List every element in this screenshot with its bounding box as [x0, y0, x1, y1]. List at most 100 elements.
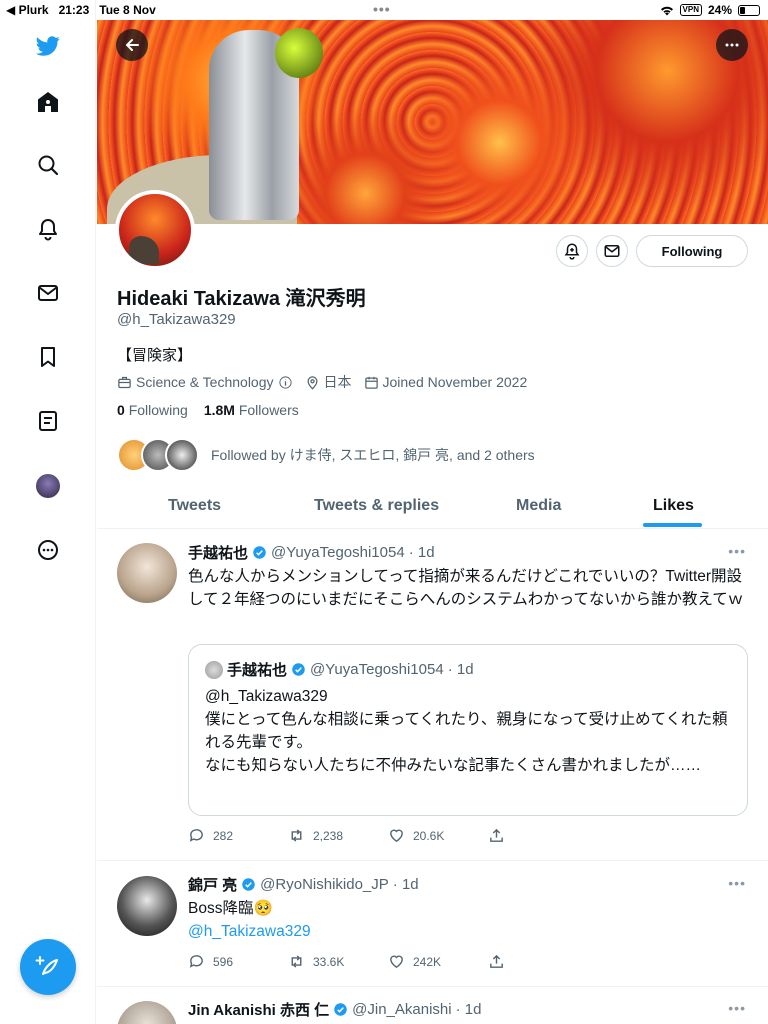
- retweet-button[interactable]: 33.6K: [288, 953, 388, 970]
- tab-likes[interactable]: Likes: [653, 497, 694, 515]
- tweet-author-handle[interactable]: @Jin_Akanishi: [352, 1001, 451, 1018]
- arrow-left-icon: [126, 39, 139, 51]
- retweet-count: 33.6K: [313, 954, 345, 969]
- tweet-time[interactable]: · 1d: [393, 876, 419, 893]
- tab-tweets[interactable]: Tweets: [168, 497, 221, 515]
- tweet-author-handle[interactable]: @RyoNishikido_JP: [260, 876, 389, 893]
- wifi-icon: [660, 6, 673, 15]
- tweet-author-name[interactable]: 手越祐也: [188, 542, 248, 563]
- like-button[interactable]: 20.6K: [388, 827, 488, 844]
- quoted-tweet[interactable]: 手越祐也 @YuyaTegoshi1054 · 1d @h_Takizawa32…: [188, 644, 748, 816]
- following-count-link[interactable]: 0 Following: [117, 402, 188, 418]
- tweet-time[interactable]: · 1d: [409, 544, 435, 561]
- share-icon: [490, 954, 503, 968]
- reply-button[interactable]: 282: [188, 827, 288, 844]
- reply-button[interactable]: 596: [188, 953, 288, 970]
- profile-location: 日本: [305, 372, 352, 392]
- followed-by-text: Followed by けま侍, スエヒロ, 錦戸 亮, and 2 other…: [211, 447, 535, 463]
- like-count: 20.6K: [413, 828, 445, 843]
- following-button[interactable]: Following: [636, 235, 748, 267]
- compose-tweet-button[interactable]: [20, 939, 76, 995]
- tweet-author-handle[interactable]: @YuyaTegoshi1054: [271, 544, 405, 561]
- tweet[interactable]: 錦戸 亮 @RyoNishikido_JP · 1d ••• Boss降臨🥺 @…: [97, 861, 768, 987]
- tweet-time[interactable]: · 1d: [456, 1001, 482, 1018]
- tweet-actions: 282 2,238 20.6K: [188, 827, 588, 844]
- tweet[interactable]: 手越祐也 @YuyaTegoshi1054 · 1d ••• 色んな人からメンシ…: [97, 529, 768, 861]
- profile-avatar-icon[interactable]: [28, 466, 68, 506]
- tweet-actions: 596 33.6K 242K: [188, 953, 588, 970]
- followed-by-row[interactable]: Followed by けま侍, スエヒロ, 錦戸 亮, and 2 other…: [117, 438, 535, 472]
- tweet-author-name[interactable]: 錦戸 亮: [188, 874, 237, 895]
- follow-counts: 0 Following 1.8M Followers: [117, 402, 299, 418]
- status-date: Tue 8 Nov: [99, 3, 156, 17]
- active-tab-indicator: [643, 523, 702, 527]
- verified-badge-icon: [253, 546, 266, 559]
- quote-text: @h_Takizawa329 僕にとって色んな相談に乗ってくれたり、親身になって…: [205, 688, 728, 774]
- multitask-dots[interactable]: •••: [373, 1, 391, 17]
- profile-banner: [97, 20, 768, 224]
- joined-label: Joined November 2022: [382, 374, 528, 390]
- like-button[interactable]: 242K: [388, 953, 488, 970]
- verified-badge-icon: [334, 1003, 347, 1016]
- tweet-avatar[interactable]: [117, 1001, 177, 1024]
- location-label: 日本: [323, 374, 352, 390]
- envelope-icon: [604, 245, 620, 257]
- tab-media[interactable]: Media: [516, 497, 561, 515]
- retweet-count: 2,238: [313, 828, 344, 843]
- reply-count: 282: [213, 828, 234, 843]
- followers-count-link[interactable]: 1.8M Followers: [204, 402, 299, 418]
- category-label: Science & Technology: [136, 374, 274, 390]
- back-button[interactable]: [116, 29, 148, 61]
- tweet-author-name[interactable]: Jin Akanishi 赤西 仁: [188, 999, 329, 1020]
- retweet-button[interactable]: 2,238: [288, 827, 388, 844]
- vpn-badge: VPN: [679, 4, 702, 16]
- share-icon: [490, 828, 503, 842]
- info-icon[interactable]: [278, 375, 293, 390]
- battery-icon: [738, 4, 760, 16]
- profile-avatar[interactable]: [115, 190, 195, 270]
- calendar-icon: [364, 376, 378, 389]
- tweet-avatar[interactable]: [117, 543, 177, 603]
- tweet[interactable]: Jin Akanishi 赤西 仁 @Jin_Akanishi · 1d •••: [97, 987, 768, 1024]
- profile-name: Hideaki Takizawa 滝沢秀明: [117, 288, 366, 310]
- retweet-icon: [291, 829, 302, 842]
- reply-icon: [189, 955, 203, 968]
- reply-icon: [189, 829, 203, 842]
- list-icon[interactable]: [28, 401, 68, 441]
- profile-tabs: Tweets Tweets & replies Media Likes: [97, 484, 768, 529]
- home-icon[interactable]: [28, 82, 68, 122]
- notifications-bell-button[interactable]: [556, 235, 588, 267]
- feather-plus-icon: [35, 956, 58, 975]
- twitter-logo-icon[interactable]: [28, 26, 68, 66]
- mention-link[interactable]: @h_Takizawa329: [188, 920, 748, 943]
- header-more-button[interactable]: [716, 29, 748, 61]
- back-to-app[interactable]: ◀ Plurk: [6, 3, 49, 17]
- more-circle-icon[interactable]: [28, 530, 68, 570]
- tweet-more-button[interactable]: •••: [728, 543, 746, 559]
- status-bar: ◀ Plurk 21:23 Tue 8 Nov ••• VPN 24%: [0, 0, 768, 20]
- tweet-text: Boss降臨🥺: [188, 900, 273, 917]
- tab-tweets-replies[interactable]: Tweets & replies: [314, 497, 439, 515]
- bell-plus-icon: [564, 243, 580, 260]
- briefcase-icon: [118, 376, 131, 388]
- quote-avatar: [205, 660, 223, 679]
- follower-avatar: [165, 438, 199, 472]
- verified-badge-icon: [242, 878, 255, 891]
- share-button[interactable]: [488, 953, 588, 970]
- bookmark-icon[interactable]: [28, 337, 68, 377]
- bell-icon[interactable]: [28, 209, 68, 249]
- tweet-avatar[interactable]: [117, 876, 177, 936]
- location-pin-icon: [306, 375, 318, 390]
- tweet-text: 色んな人からメンションしてって指摘が来るんだけどこれでいいの？Twitter開設…: [188, 568, 744, 608]
- profile-handle: @h_Takizawa329: [117, 311, 236, 328]
- sidebar: [0, 0, 96, 1024]
- status-time: 21:23: [58, 3, 90, 17]
- message-button[interactable]: [596, 235, 628, 267]
- profile-category[interactable]: Science & Technology: [117, 374, 293, 390]
- tweet-more-button[interactable]: •••: [728, 875, 746, 891]
- tweet-more-button[interactable]: •••: [728, 1000, 746, 1016]
- envelope-icon[interactable]: [28, 273, 68, 313]
- heart-icon: [390, 955, 403, 969]
- share-button[interactable]: [488, 827, 588, 844]
- search-icon[interactable]: [28, 145, 68, 185]
